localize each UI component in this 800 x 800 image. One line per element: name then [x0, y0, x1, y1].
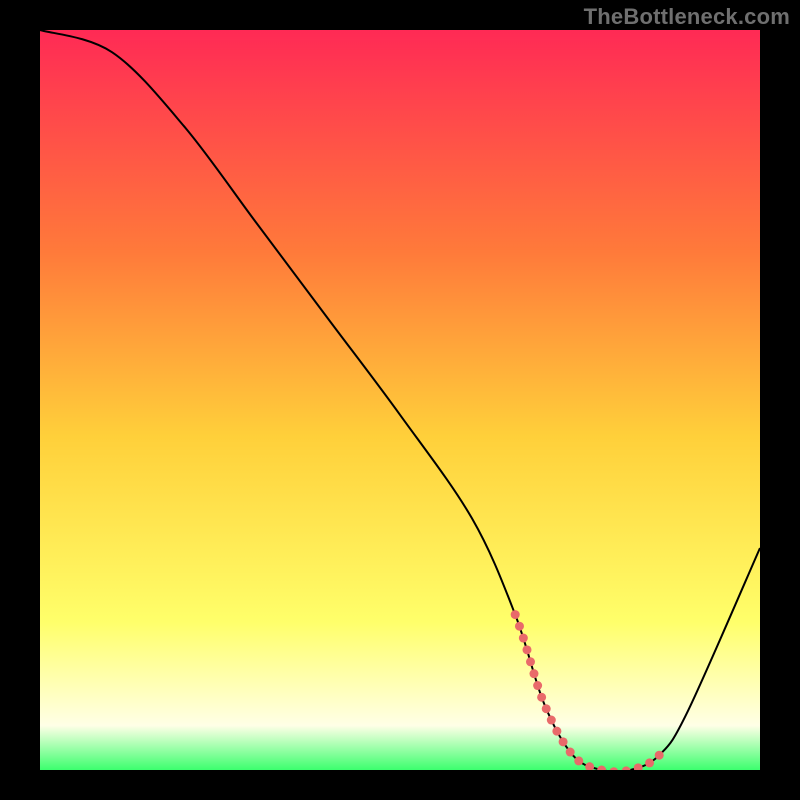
flat-zone-dot — [542, 704, 551, 713]
flat-zone-dot — [552, 727, 561, 736]
plot-area — [40, 30, 760, 776]
left-axis-frame — [0, 0, 40, 800]
chart-container: TheBottleneck.com — [0, 0, 800, 800]
flat-zone-dot — [519, 634, 528, 643]
flat-zone-dot — [559, 737, 568, 746]
flat-zone-dot — [566, 748, 575, 757]
flat-zone-dot — [533, 681, 542, 690]
right-axis-frame — [760, 0, 800, 800]
flat-zone-dot — [655, 751, 664, 760]
flat-zone-dot — [511, 610, 520, 619]
gradient-background — [40, 30, 760, 770]
bottom-axis-frame — [0, 770, 800, 800]
flat-zone-dot — [645, 758, 654, 767]
watermark-text: TheBottleneck.com — [584, 4, 790, 30]
bottleneck-chart — [0, 0, 800, 800]
flat-zone-dot — [547, 716, 556, 725]
flat-zone-dot — [526, 657, 535, 666]
flat-zone-dot — [585, 762, 594, 771]
flat-zone-dot — [522, 645, 531, 654]
flat-zone-dot — [574, 756, 583, 765]
flat-zone-dot — [537, 693, 546, 702]
flat-zone-dot — [515, 622, 524, 631]
flat-zone-dot — [529, 669, 538, 678]
